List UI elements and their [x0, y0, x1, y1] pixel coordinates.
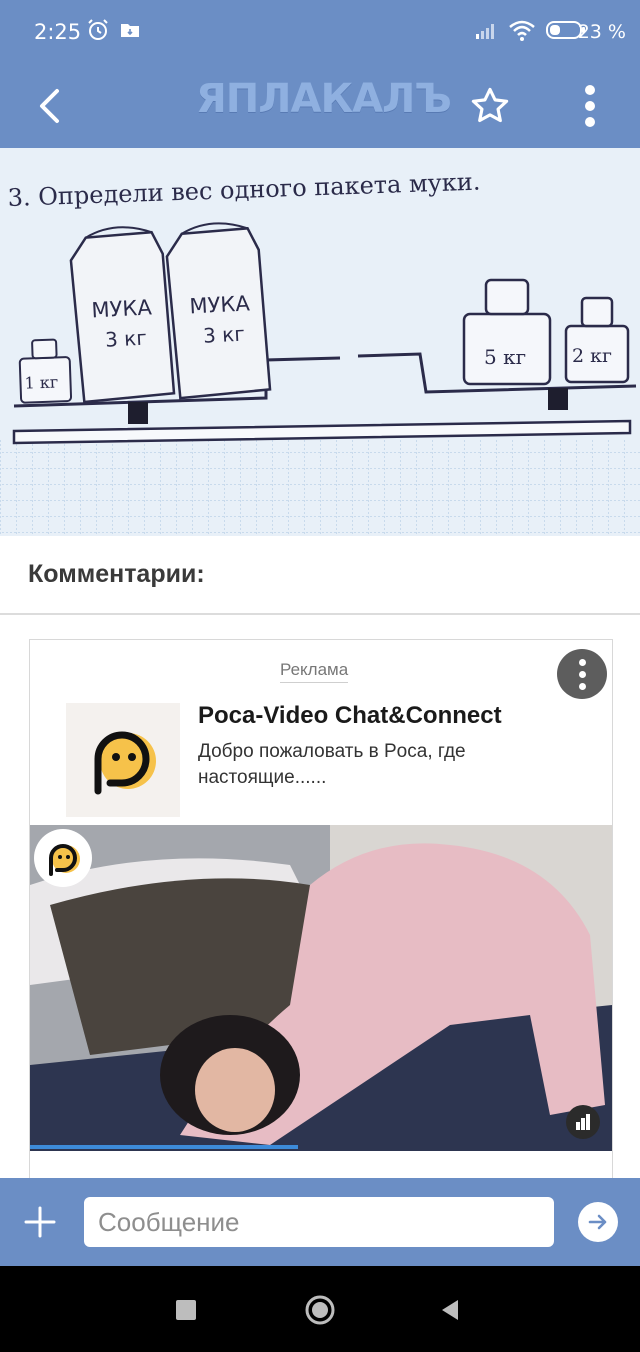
more-menu-button[interactable] — [560, 78, 620, 138]
divider — [0, 613, 640, 615]
system-nav-bar — [0, 1266, 640, 1352]
bag-label: МУКА — [91, 295, 153, 322]
arrow-right-icon — [588, 1214, 607, 1230]
status-time: 2:25 — [34, 20, 82, 44]
weight-label: 1 кг — [24, 372, 58, 392]
ad-video-logo — [34, 829, 92, 887]
wifi-icon — [508, 18, 535, 44]
bar-chart-icon — [576, 1114, 590, 1130]
ad-video-thumbnail — [30, 825, 612, 1151]
ad-description: Добро пожаловать в Poca, где настоящие..… — [198, 741, 466, 788]
weight-label: 5 кг — [484, 345, 526, 369]
ad-app-logo[interactable] — [66, 703, 180, 817]
ad-stats-button[interactable] — [566, 1105, 600, 1139]
ad-video[interactable] — [30, 825, 612, 1151]
triangle-left-icon — [442, 1300, 458, 1320]
home-button[interactable] — [302, 1292, 338, 1328]
comments-title: Комментарии: — [28, 560, 205, 588]
chevron-left-icon — [35, 88, 65, 129]
signal-icon — [474, 18, 500, 44]
folder-icon — [118, 18, 144, 44]
back-nav-button[interactable] — [432, 1292, 468, 1328]
ad-menu-button[interactable] — [557, 649, 607, 699]
weight-label: 2 кг — [572, 345, 612, 367]
add-attachment-button[interactable] — [20, 1202, 60, 1242]
message-input[interactable] — [84, 1197, 554, 1247]
circle-icon — [305, 1295, 335, 1325]
recents-button[interactable] — [168, 1292, 204, 1328]
bag-label: МУКА — [189, 291, 251, 318]
bag-weight: 3 кг — [202, 322, 245, 348]
ad-label: Реклама — [280, 660, 349, 683]
poca-logo-icon — [49, 844, 80, 876]
star-icon — [469, 85, 511, 132]
plus-icon — [24, 1206, 56, 1238]
bag-weight: 3 кг — [104, 326, 147, 352]
battery-percent: 23 % — [577, 21, 626, 43]
message-bar — [0, 1178, 640, 1266]
ad-title[interactable]: Poca-Video Chat&Connect — [198, 702, 502, 730]
send-button[interactable] — [578, 1202, 618, 1242]
back-button[interactable] — [20, 78, 80, 138]
alarm-icon — [86, 18, 112, 44]
poca-logo-icon — [94, 731, 156, 795]
favorite-button[interactable] — [460, 78, 520, 138]
square-icon — [176, 1300, 196, 1320]
status-bar: 2:25 23 % — [0, 0, 640, 64]
ad-card[interactable]: Реклама Poca-Video Chat&Connect Добро по… — [29, 639, 613, 1201]
post-image[interactable]: 3. Определи вес одного пакета муки. 1 кг… — [0, 148, 640, 536]
site-logo[interactable]: ЯПЛАКАЛЪ — [196, 76, 452, 122]
math-task-illustration: 3. Определи вес одного пакета муки. 1 кг… — [0, 148, 640, 536]
more-vertical-icon — [578, 658, 586, 666]
ad-video-progress — [30, 1145, 298, 1149]
more-vertical-icon — [583, 84, 597, 133]
